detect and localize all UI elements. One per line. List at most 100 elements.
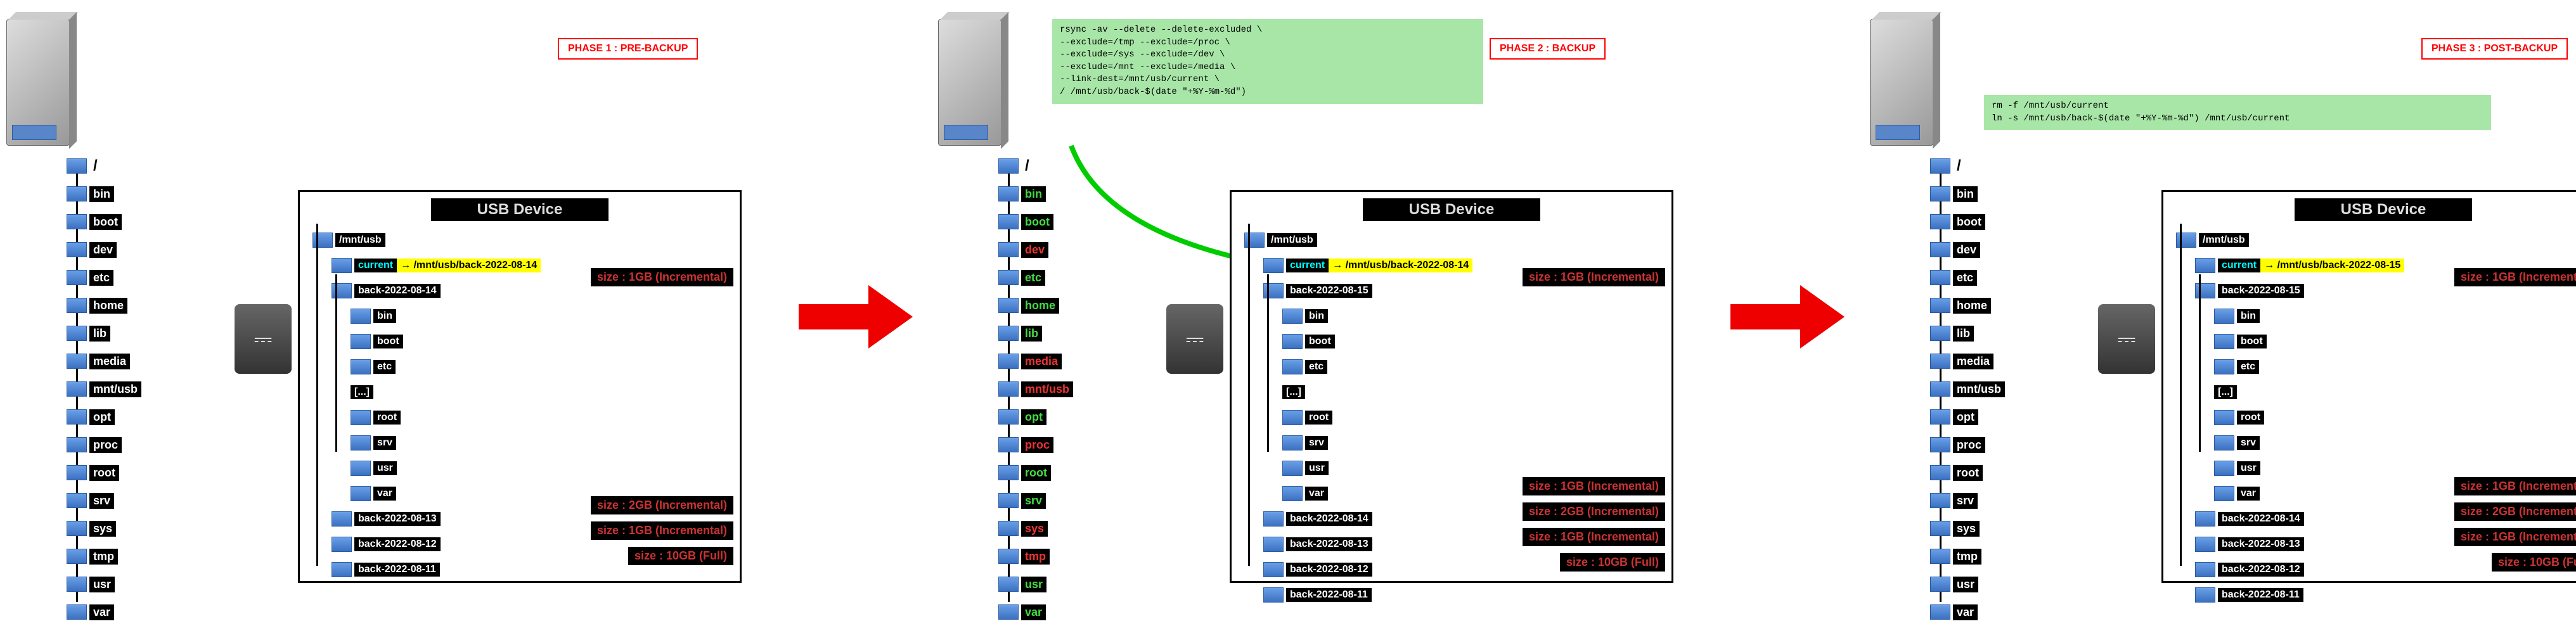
folder-icon bbox=[1282, 334, 1303, 349]
folder-icon bbox=[1282, 486, 1303, 501]
folder-icon bbox=[1263, 511, 1284, 527]
back-dir: back-2022-08-11 bbox=[354, 563, 440, 577]
folder-icon bbox=[351, 435, 371, 450]
folder-icon bbox=[332, 283, 352, 298]
folder-icon bbox=[1930, 521, 1950, 536]
dir-lib: lib bbox=[89, 326, 110, 342]
folder-icon bbox=[1263, 283, 1284, 298]
size-label: size : 1GB (Incremental) bbox=[1523, 268, 1665, 286]
folder-icon bbox=[67, 409, 87, 425]
dir-var: var bbox=[89, 604, 114, 620]
size-label: size : 1GB (Incremental) bbox=[2454, 528, 2576, 546]
usb-symbol-icon: ⎓ bbox=[1186, 326, 1204, 353]
back-dir: back-2022-08-13 bbox=[354, 512, 441, 526]
current-target: → /mnt/usb/back-2022-08-15 bbox=[2260, 259, 2404, 272]
fs-tree: / bin boot dev etc home lib media mnt/us… bbox=[1930, 152, 2005, 626]
folder-icon bbox=[1930, 354, 1950, 369]
dir-home: home bbox=[1953, 298, 1991, 314]
folder-icon bbox=[2214, 359, 2234, 374]
folder-icon bbox=[998, 326, 1019, 341]
folder-icon bbox=[998, 604, 1019, 620]
folder-icon bbox=[312, 233, 333, 248]
dir-media: media bbox=[89, 354, 130, 369]
dir-sys: sys bbox=[1021, 521, 1048, 537]
child-dir: srv bbox=[373, 436, 396, 450]
folder-icon bbox=[1263, 587, 1284, 603]
child-dir: boot bbox=[1305, 335, 1335, 348]
fs-tree: / bin boot dev etc home lib media mnt/us… bbox=[998, 152, 1073, 626]
phase-3-label: PHASE 3 : POST-BACKUP bbox=[2421, 38, 2568, 60]
child-dir: bin bbox=[1305, 309, 1328, 323]
folder-icon bbox=[1263, 562, 1284, 577]
dir-proc: proc bbox=[1021, 437, 1053, 453]
size-label: size : 1GB (Incremental) bbox=[1523, 528, 1665, 546]
dir-mnt-usb: mnt/usb bbox=[89, 381, 141, 397]
back-dir: back-2022-08-12 bbox=[1286, 563, 1372, 577]
back-dir: back-2022-08-13 bbox=[1286, 537, 1372, 551]
server-icon bbox=[1870, 19, 1946, 171]
size-label: size : 1GB (Incremental) bbox=[1523, 477, 1665, 495]
dir-opt: opt bbox=[1021, 409, 1046, 425]
folder-icon bbox=[2195, 511, 2215, 527]
usb-root: /mnt/usb bbox=[335, 233, 385, 247]
folder-icon bbox=[332, 537, 352, 552]
folder-icon bbox=[1282, 359, 1303, 374]
back-dir: back-2022-08-11 bbox=[1286, 588, 1372, 602]
back-dir: back-2022-08-15 bbox=[2218, 284, 2304, 298]
folder-icon bbox=[1263, 258, 1284, 273]
usb-root: /mnt/usb bbox=[1267, 233, 1317, 247]
usb-tree: /mnt/usb current→ /mnt/usb/back-2022-08-… bbox=[1244, 227, 1665, 608]
folder-icon bbox=[1282, 410, 1303, 425]
dir-etc: etc bbox=[89, 270, 113, 286]
child-dir: var bbox=[373, 487, 396, 501]
dir-usr: usr bbox=[1021, 577, 1046, 592]
dir-boot: boot bbox=[1021, 214, 1053, 230]
dir-usr: usr bbox=[1953, 577, 1978, 592]
usb-tree: /mnt/usb current→ /mnt/usb/back-2022-08-… bbox=[312, 227, 733, 582]
folder-icon bbox=[1244, 233, 1265, 248]
folder-icon bbox=[998, 521, 1019, 536]
current-target: → /mnt/usb/back-2022-08-14 bbox=[1329, 259, 1472, 272]
child-dir: [...] bbox=[1282, 385, 1305, 399]
fs-root: / bbox=[1021, 156, 1033, 176]
folder-icon bbox=[1930, 298, 1950, 313]
usb-title: USB Device bbox=[1363, 198, 1540, 221]
folder-icon bbox=[67, 465, 87, 480]
dir-tmp: tmp bbox=[1021, 549, 1050, 565]
back-dir: back-2022-08-11 bbox=[2218, 588, 2303, 602]
back-dir: back-2022-08-12 bbox=[354, 537, 441, 551]
folder-icon bbox=[998, 493, 1019, 508]
dir-bin: bin bbox=[1953, 186, 1978, 202]
size-label: size : 2GB (Incremental) bbox=[591, 496, 733, 514]
folder-icon bbox=[1263, 537, 1284, 552]
size-label: size : 1GB (Incremental) bbox=[591, 268, 733, 286]
dir-sys: sys bbox=[1953, 521, 1980, 537]
dir-srv: srv bbox=[1953, 493, 1978, 509]
child-dir: bin bbox=[2237, 309, 2260, 323]
child-dir: root bbox=[373, 411, 401, 425]
folder-icon bbox=[1930, 577, 1950, 592]
usb-tree: /mnt/usb current→ /mnt/usb/back-2022-08-… bbox=[2176, 227, 2576, 608]
folder-icon bbox=[67, 521, 87, 536]
folder-icon bbox=[1282, 461, 1303, 476]
folder-icon bbox=[2195, 258, 2215, 273]
child-dir: etc bbox=[2237, 360, 2259, 374]
folder-icon bbox=[67, 381, 87, 397]
size-label: size : 2GB (Incremental) bbox=[1523, 502, 1665, 521]
folder-icon bbox=[1930, 381, 1950, 397]
dir-boot: boot bbox=[1953, 214, 1985, 230]
folder-icon bbox=[998, 242, 1019, 257]
folder-icon bbox=[998, 549, 1019, 564]
folder-icon bbox=[2214, 486, 2234, 501]
usb-box: USB Device /mnt/usb current→ /mnt/usb/ba… bbox=[298, 190, 742, 583]
folder-icon bbox=[998, 298, 1019, 313]
current-link: current bbox=[2218, 259, 2260, 272]
folder-icon bbox=[2176, 233, 2196, 248]
dir-etc: etc bbox=[1021, 270, 1045, 286]
folder-icon bbox=[351, 461, 371, 476]
dir-lib: lib bbox=[1953, 326, 1974, 342]
fs-tree: / bin boot dev etc home lib media mnt/us… bbox=[67, 152, 141, 626]
folder-icon bbox=[1930, 437, 1950, 452]
size-label: size : 1GB (Incremental) bbox=[2454, 477, 2576, 495]
folder-icon bbox=[998, 158, 1019, 174]
